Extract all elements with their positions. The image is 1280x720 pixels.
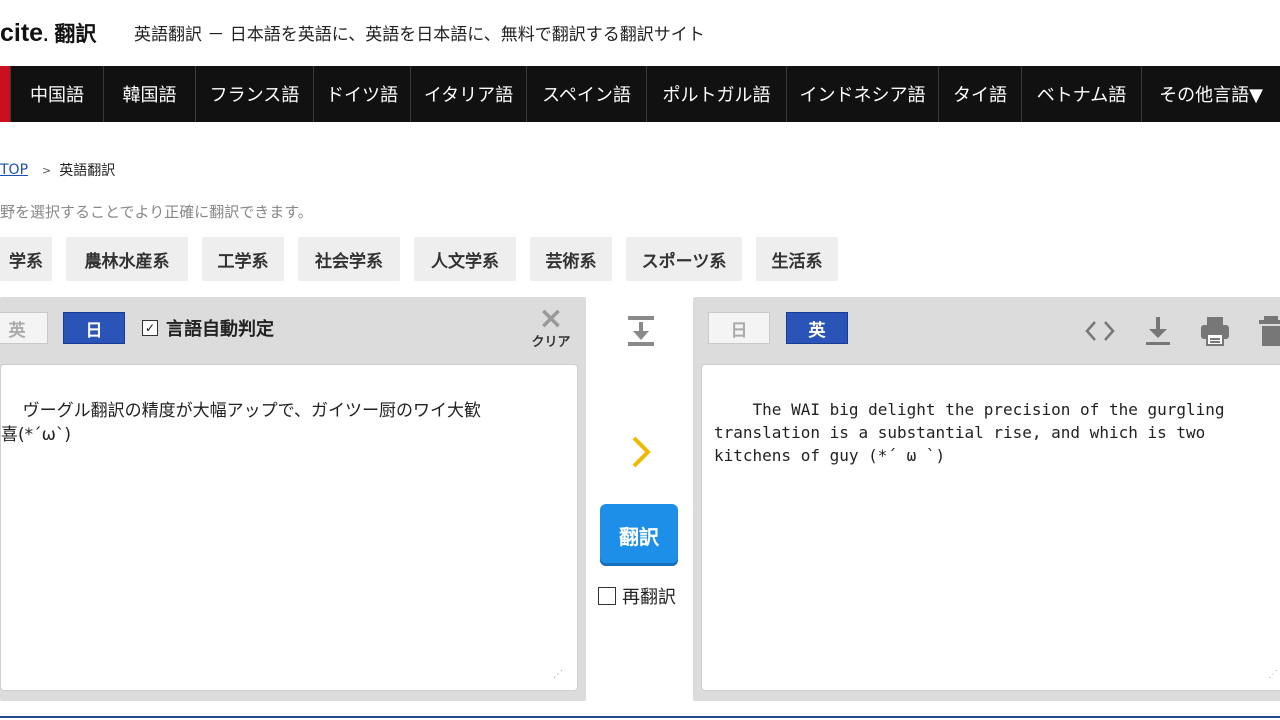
nav-item-thai[interactable]: タイ語 [938,66,1021,122]
auto-detect-checkbox[interactable]: ✓ [142,320,158,336]
nav-item-portuguese[interactable]: ポルトガル語 [646,66,786,122]
target-lang-japanese-button[interactable]: 日 [708,312,770,344]
target-lang-english-button[interactable]: 英 [786,312,848,344]
source-lang-japanese-button[interactable]: 日 [63,312,125,344]
swap-icon [628,316,654,346]
category-button[interactable]: 社会学系 [298,237,400,281]
source-textarea[interactable]: ヴーグル翻訳の精度が大幅アップで、ガイツー厨のワイ大歓 喜(*´ω`) ⋰ [0,364,578,691]
category-button[interactable]: 人文学系 [414,237,516,281]
resize-handle-icon[interactable]: ⋰ [1268,670,1278,680]
target-textarea[interactable]: The WAI big delight the precision of the… [701,364,1280,691]
source-text: ヴーグル翻訳の精度が大幅アップで、ガイツー厨のワイ大歓 喜(*´ω`) [1,401,481,445]
source-lang-english-button[interactable]: 英 [0,312,48,344]
language-nav: 中国語 韓国語 フランス語 ドイツ語 イタリア語 スペイン語 ポルトガル語 イン… [0,66,1280,122]
auto-detect-toggle[interactable]: ✓ 言語自動判定 [142,315,274,341]
download-icon[interactable] [1142,315,1174,347]
clear-button[interactable]: × クリア [528,301,574,351]
resize-handle-icon[interactable]: ⋰ [553,670,563,680]
logo-wordmark: cite [0,19,44,47]
category-button[interactable]: 芸術系 [530,237,612,281]
nav-item-chinese[interactable]: 中国語 [10,66,103,122]
nav-item-french[interactable]: フランス語 [195,66,313,122]
swap-languages-button[interactable] [626,314,656,348]
site-logo[interactable]: cite . 翻訳 [0,18,96,48]
bottom-divider [0,716,1280,718]
nav-accent [0,66,10,122]
retranslate-label: 再翻訳 [622,587,676,608]
breadcrumb-top-link[interactable]: TOP [0,162,28,178]
nav-item-indonesian[interactable]: インドネシア語 [786,66,938,122]
nav-item-italian[interactable]: イタリア語 [410,66,526,122]
auto-detect-label: 言語自動判定 [166,319,274,340]
category-button[interactable]: スポーツ系 [626,237,742,281]
breadcrumb: TOP > 英語翻訳 [0,160,115,180]
target-text: The WAI big delight the precision of the… [714,400,1225,465]
nav-item-german[interactable]: ドイツ語 [313,66,410,122]
retranslate-toggle[interactable]: 再翻訳 [598,583,676,609]
target-panel: 日 英 The WAI big delight the precision of… [693,297,1280,701]
chevron-right-icon [626,432,656,472]
nav-item-vietnamese[interactable]: ベトナム語 [1021,66,1141,122]
source-panel: 英 日 ✓ 言語自動判定 × クリア ヴーグル翻訳の精度が大幅アップで、ガイツー… [0,297,586,701]
page-tagline: 英語翻訳 － 日本語を英語に、英語を日本語に、無料で翻訳する翻訳サイト [134,25,705,45]
logo-dot: . [43,29,49,45]
nav-item-spanish[interactable]: スペイン語 [526,66,646,122]
code-icon[interactable] [1084,315,1116,347]
category-button[interactable]: 工学系 [202,237,284,281]
category-button[interactable]: 生活系 [756,237,838,281]
category-hint-text: 野を選択することでより正確に翻訳できます。 [0,203,313,221]
print-icon[interactable] [1199,315,1231,347]
breadcrumb-current: 英語翻訳 [59,163,116,179]
site-header: cite . 翻訳 英語翻訳 － 日本語を英語に、英語を日本語に、無料で翻訳する… [0,0,1280,66]
breadcrumb-separator-icon: > [42,163,52,177]
retranslate-checkbox[interactable] [598,587,616,605]
category-button[interactable]: 農林水産系 [66,237,188,281]
trash-icon[interactable] [1255,315,1280,347]
clear-label: クリア [531,335,571,350]
translate-button[interactable]: 翻訳 [600,504,678,566]
nav-item-other-languages[interactable]: その他言語▼ [1141,66,1280,122]
close-icon: × [538,301,564,336]
nav-item-korean[interactable]: 韓国語 [103,66,195,122]
category-button[interactable]: 学系 [0,237,52,281]
logo-subtitle: 翻訳 [54,22,97,46]
